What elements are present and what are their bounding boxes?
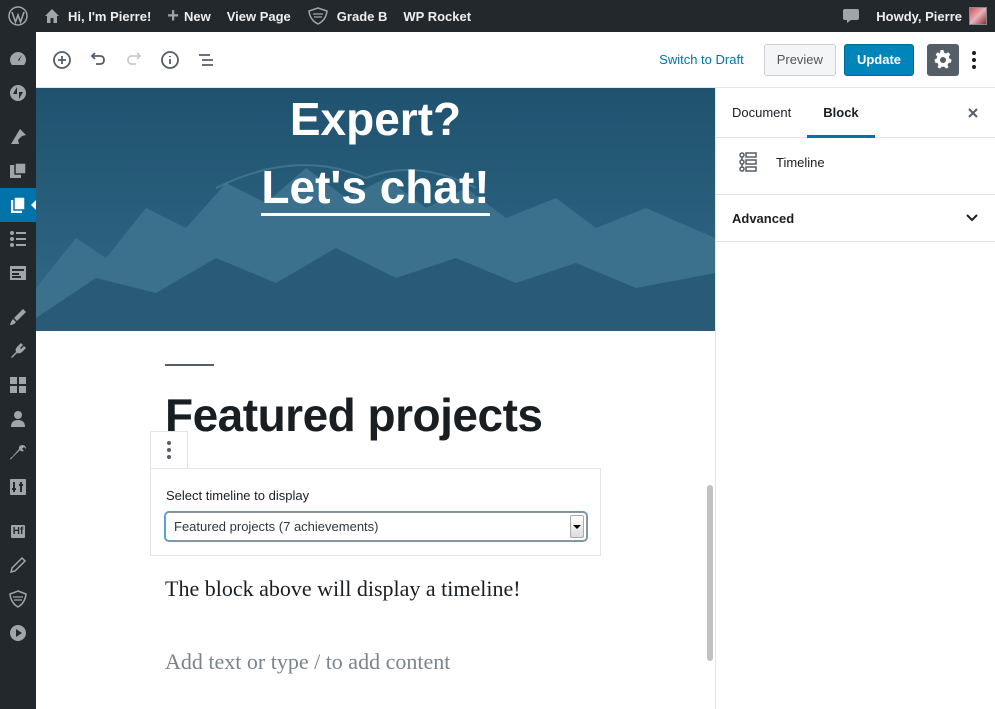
scrollbar[interactable] — [707, 485, 713, 661]
chevron-down-icon — [570, 515, 584, 538]
wordpress-logo-icon[interactable] — [0, 0, 36, 32]
add-block-button[interactable] — [44, 42, 80, 78]
timeline-icon — [739, 152, 757, 172]
wp-rocket-label: WP Rocket — [403, 8, 472, 24]
cover-title-line1: Expert? — [289, 93, 462, 145]
plus-circle-icon — [53, 50, 71, 69]
avatar — [969, 7, 987, 25]
shield-icon — [307, 7, 328, 25]
content-info-button[interactable] — [152, 42, 188, 78]
comments-link[interactable] — [834, 0, 868, 32]
block-options-button[interactable] — [150, 431, 188, 468]
admin-menu: Hf — [0, 32, 36, 709]
users-icon[interactable] — [0, 402, 36, 436]
info-icon — [161, 50, 179, 69]
tab-block[interactable]: Block — [807, 88, 875, 138]
site-name-link[interactable]: Hi, I'm Pierre! — [36, 0, 159, 32]
media-icon[interactable] — [0, 154, 36, 188]
close-sidebar-button[interactable] — [963, 103, 983, 123]
timeline-icon[interactable] — [0, 222, 36, 256]
security-icon[interactable] — [0, 582, 36, 616]
timeline-select-value: Featured projects (7 achievements) — [174, 519, 379, 534]
undo-icon — [90, 51, 105, 65]
forms-icon[interactable] — [0, 256, 36, 290]
tools-icon[interactable] — [0, 436, 36, 470]
site-name-label: Hi, I'm Pierre! — [68, 8, 152, 24]
view-page-label: View Page — [226, 8, 291, 24]
timeline-select-label: Select timeline to display — [166, 488, 310, 503]
list-view-icon — [199, 53, 213, 66]
pages-icon[interactable] — [0, 188, 36, 222]
grade-link[interactable]: Grade B — [299, 0, 396, 32]
posts-icon[interactable] — [0, 120, 36, 154]
new-content-link[interactable]: + New — [159, 0, 218, 32]
editor-header: Switch to Draft Preview Update — [36, 32, 995, 88]
settings-button[interactable] — [927, 43, 959, 76]
block-navigation-button[interactable] — [188, 42, 224, 78]
more-vertical-icon — [972, 50, 976, 69]
default-block-appender[interactable]: Add text or type / to add content — [165, 649, 450, 675]
heading-block[interactable]: Featured projects — [165, 388, 543, 442]
hf-icon[interactable]: Hf — [0, 514, 36, 548]
hf-label: Hf — [10, 524, 26, 538]
blocks-icon[interactable] — [0, 368, 36, 402]
redo-icon — [127, 51, 142, 65]
jetpack-icon[interactable] — [0, 76, 36, 110]
my-account-link[interactable]: Howdy, Pierre — [868, 0, 995, 32]
more-vertical-icon — [167, 441, 171, 459]
switch-to-draft-button[interactable]: Switch to Draft — [649, 52, 754, 67]
advanced-panel-label: Advanced — [732, 210, 795, 226]
more-menu-button[interactable] — [959, 44, 989, 76]
wp-rocket-link[interactable]: WP Rocket — [395, 0, 479, 32]
redo-button[interactable] — [116, 42, 152, 78]
cover-link[interactable]: Let's chat! — [261, 161, 490, 216]
cover-block[interactable]: Expert? Let's chat! — [36, 88, 715, 331]
settings-icon[interactable] — [0, 470, 36, 504]
play-icon[interactable] — [0, 616, 36, 650]
grade-label: Grade B — [336, 8, 388, 24]
view-page-link[interactable]: View Page — [219, 0, 299, 32]
admin-bar: Hi, I'm Pierre! + New View Page Grade B … — [0, 0, 995, 32]
tab-document[interactable]: Document — [716, 88, 807, 138]
gear-icon — [934, 49, 952, 69]
howdy-label: Howdy, Pierre — [876, 8, 962, 24]
appearance-icon[interactable] — [0, 300, 36, 334]
preview-button[interactable]: Preview — [763, 43, 836, 76]
block-card: Timeline — [716, 138, 995, 195]
timeline-select[interactable]: Featured projects (7 achievements) — [165, 512, 587, 541]
settings-sidebar: Document Block Timeline Advanced — [715, 88, 995, 709]
undo-button[interactable] — [80, 42, 116, 78]
plugins-icon[interactable] — [0, 334, 36, 368]
editor-canvas: Expert? Let's chat! Featured projects Se… — [36, 88, 715, 709]
update-button[interactable]: Update — [843, 43, 914, 76]
cover-title-line2: Let's chat! — [36, 160, 715, 216]
advanced-panel-toggle[interactable]: Advanced — [716, 195, 995, 242]
home-icon — [45, 9, 59, 23]
block-card-title: Timeline — [776, 154, 825, 170]
timeline-block[interactable]: Select timeline to display Featured proj… — [150, 468, 601, 556]
sidebar-tabs: Document Block — [716, 88, 995, 138]
new-label: New — [183, 8, 211, 24]
close-icon — [968, 108, 978, 118]
dashboard-icon[interactable] — [0, 42, 36, 76]
comment-icon — [843, 9, 860, 23]
plus-icon: + — [167, 5, 179, 27]
separator-block[interactable] — [165, 364, 214, 366]
paragraph-block[interactable]: The block above will display a timeline! — [165, 576, 521, 602]
editor-icon[interactable] — [0, 548, 36, 582]
chevron-down-icon — [966, 214, 978, 222]
